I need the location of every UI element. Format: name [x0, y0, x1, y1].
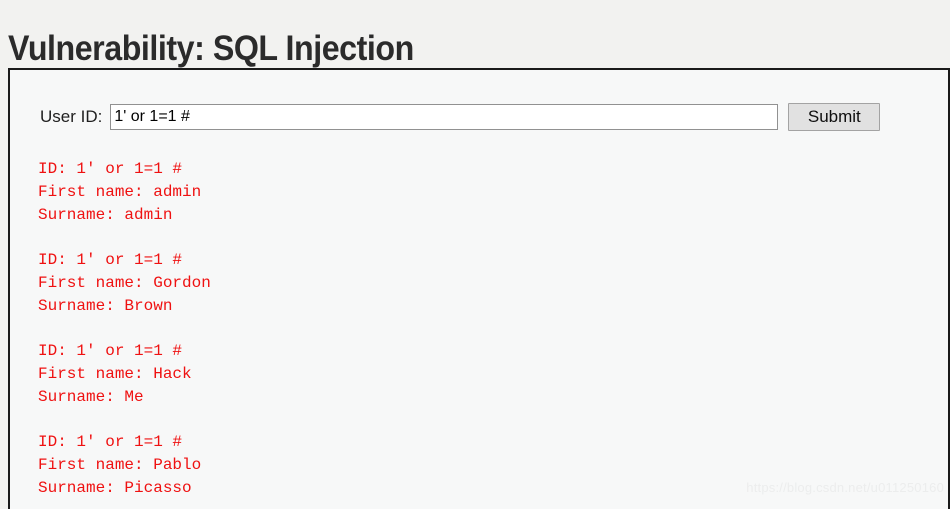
page-title: Vulnerability: SQL Injection — [8, 29, 414, 69]
result-record: ID: 1' or 1=1 # First name: Hack Surname… — [38, 340, 211, 409]
result-record: ID: 1' or 1=1 # First name: Gordon Surna… — [38, 249, 211, 318]
result-first-name-line: First name: Gordon — [38, 274, 211, 292]
submit-button[interactable]: Submit — [788, 103, 881, 131]
result-surname-line: Surname: Me — [38, 388, 144, 406]
result-record: ID: 1' or 1=1 # First name: admin Surnam… — [38, 158, 211, 227]
result-surname-line: Surname: Picasso — [38, 479, 192, 497]
result-record: ID: 1' or 1=1 # First name: Pablo Surnam… — [38, 431, 211, 500]
user-id-input[interactable] — [110, 104, 779, 130]
result-surname-line: Surname: Brown — [38, 297, 173, 315]
watermark: https://blog.csdn.net/u011250160 — [746, 480, 944, 495]
result-id-line: ID: 1' or 1=1 # — [38, 342, 183, 360]
result-id-line: ID: 1' or 1=1 # — [38, 160, 183, 178]
sql-injection-form: User ID: Submit — [40, 103, 881, 131]
result-id-line: ID: 1' or 1=1 # — [38, 433, 183, 451]
user-id-label: User ID: — [40, 107, 103, 126]
result-id-line: ID: 1' or 1=1 # — [38, 251, 183, 269]
result-first-name-line: First name: Pablo — [38, 456, 202, 474]
result-first-name-line: First name: admin — [38, 183, 202, 201]
result-surname-line: Surname: admin — [38, 206, 173, 224]
result-first-name-line: First name: Hack — [38, 365, 192, 383]
query-results: ID: 1' or 1=1 # First name: admin Surnam… — [38, 158, 211, 500]
vulnerability-content-panel: User ID: Submit ID: 1' or 1=1 # First na… — [8, 68, 950, 509]
